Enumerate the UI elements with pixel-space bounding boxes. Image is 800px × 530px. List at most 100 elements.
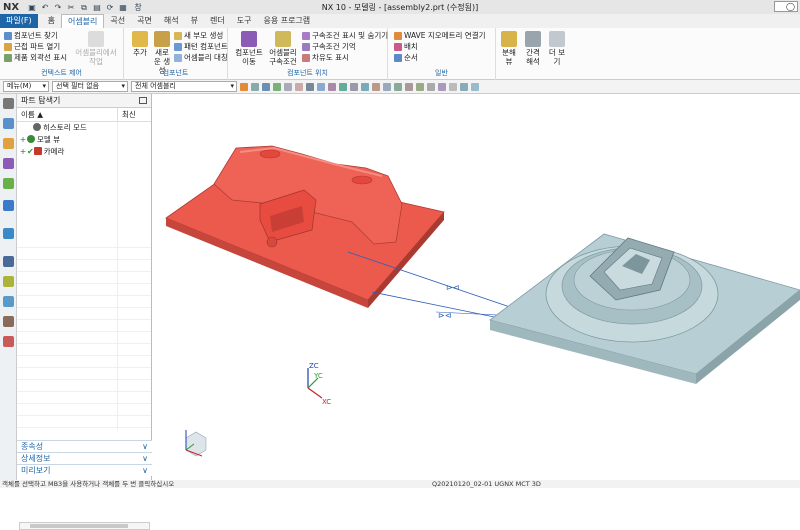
system-materials-icon[interactable] xyxy=(3,316,14,327)
window-menu[interactable]: 창 xyxy=(131,3,145,12)
mirror-assembly-button[interactable]: 어셈블리 대칭 xyxy=(174,52,228,63)
snap-point-on-face-icon[interactable] xyxy=(394,82,402,91)
add-component-button[interactable]: 추가 xyxy=(130,31,150,57)
snap-endpoint-icon[interactable] xyxy=(328,82,336,91)
ribbon: 컴포넌트 찾기 근접 파트 열기 제품 외곽선 표시 어셈블리에서 작업 컨텍스… xyxy=(0,28,800,80)
snap-existing-icon[interactable] xyxy=(416,82,424,91)
edit-section-icon[interactable] xyxy=(471,82,479,91)
view-fit-icon[interactable] xyxy=(438,82,446,91)
snap-center-icon[interactable] xyxy=(350,82,358,91)
tab-home[interactable]: 홈 xyxy=(42,14,61,28)
tab-analysis[interactable]: 해석 xyxy=(158,14,185,28)
accordion-preview[interactable]: 미리보기 ∨ xyxy=(17,464,152,476)
roles-icon[interactable] xyxy=(3,296,14,307)
remember-constraints-button[interactable]: 구속조건 기억 xyxy=(302,41,356,52)
snap-intersection-icon[interactable] xyxy=(372,82,380,91)
tree-row-history[interactable]: 히스토리 모드 xyxy=(17,122,151,134)
deselect-icon[interactable] xyxy=(251,82,259,91)
column-recent[interactable]: 최신 xyxy=(117,108,151,121)
arrangement-button[interactable]: 배치 xyxy=(394,41,418,52)
work-in-assembly-button[interactable]: 어셈블리에서 작업 xyxy=(72,31,120,66)
clearance-analysis-button[interactable]: 간격 해석 xyxy=(522,31,544,66)
column-name[interactable]: 이름 ▲ xyxy=(17,108,117,121)
web-browser-icon[interactable] xyxy=(3,228,14,239)
group-context-control: 컴포넌트 찾기 근접 파트 열기 제품 외곽선 표시 어셈블리에서 작업 컨텍스… xyxy=(0,28,124,80)
menu-button[interactable]: 메뉴(M) xyxy=(3,81,49,92)
wave-geometry-linker-button[interactable]: WAVE 지오메트리 연결기 xyxy=(394,30,486,41)
graphics-window[interactable]: ⊳⊲ ⊳⊲ ZC YC XC xyxy=(152,94,800,480)
process-studio-icon[interactable] xyxy=(3,276,14,287)
exploded-view-button[interactable]: 분해 뷰 xyxy=(498,31,520,66)
expand-toggle[interactable]: + xyxy=(19,134,27,146)
face-icon[interactable] xyxy=(273,82,281,91)
show-constraint-icon xyxy=(302,31,310,40)
snap-quadrant-icon[interactable] xyxy=(361,82,369,91)
show-hide-constraints-button[interactable]: 구속조건 표시 및 숨기기 xyxy=(302,30,388,41)
constraint-navigator-icon[interactable] xyxy=(3,138,14,149)
snap-control-icon[interactable] xyxy=(427,82,435,91)
view-orient-icon[interactable] xyxy=(449,82,457,91)
red-mold-part[interactable] xyxy=(165,145,445,308)
hd3d-tools-icon[interactable] xyxy=(3,200,14,211)
cut-icon[interactable]: ✂ xyxy=(66,3,76,12)
create-new-parent-button[interactable]: 새 부모 생성 xyxy=(174,30,223,41)
find-component-button[interactable]: 컴포넌트 찾기 xyxy=(4,30,58,41)
redo-icon[interactable]: ↷ xyxy=(53,3,63,12)
tab-file[interactable]: 파일(F) xyxy=(0,14,38,28)
render-style-icon[interactable] xyxy=(460,82,468,91)
svg-text:⊳⊲: ⊳⊲ xyxy=(446,283,459,292)
scope-select[interactable]: 전체 어셈블리 xyxy=(131,81,237,92)
snap-midpoint-icon[interactable] xyxy=(339,82,347,91)
snap-point-on-curve-icon[interactable] xyxy=(383,82,391,91)
pattern-component-button[interactable]: 패턴 컴포넌트 xyxy=(174,41,228,52)
undo-icon[interactable]: ↶ xyxy=(40,3,50,12)
tab-assembly[interactable]: 어셈블리 xyxy=(60,14,105,28)
open-nearby-parts-button[interactable]: 근접 파트 열기 xyxy=(4,41,60,52)
accordion-details[interactable]: 상세정보 ∨ xyxy=(17,452,152,464)
save-icon[interactable]: ▣ xyxy=(27,3,37,12)
visualization-icon[interactable] xyxy=(3,336,14,347)
part-navigator-icon[interactable] xyxy=(3,158,14,169)
window-switch-icon[interactable]: ▦ xyxy=(118,3,128,12)
nx-logo: NX xyxy=(3,1,20,13)
group-label: 일반 xyxy=(435,69,448,77)
show-dof-button[interactable]: 차유도 표시 xyxy=(302,52,349,63)
assembly-constraint-button[interactable]: 어셈블리 구속조건 xyxy=(266,31,300,66)
check-icon[interactable]: ✔ xyxy=(27,147,34,156)
tab-surface[interactable]: 곡면 xyxy=(131,14,158,28)
accordion-dependencies[interactable]: 종속성 ∨ xyxy=(17,440,152,452)
tab-render[interactable]: 렌더 xyxy=(204,14,231,28)
part-navigator: 파트 탐색기 이름 ▲ 최신 히스토리 모드 + 모델 뷰 +✔ 카메라 종속성 ∨ … xyxy=(17,94,152,530)
body-icon[interactable] xyxy=(284,82,292,91)
expand-toggle[interactable]: + xyxy=(19,146,27,158)
history-icon[interactable] xyxy=(3,256,14,267)
tab-applications[interactable]: 응용 프로그램 xyxy=(257,14,316,28)
sequence-button[interactable]: 순서 xyxy=(394,52,418,63)
add-icon xyxy=(132,31,148,47)
show-product-outline-button[interactable]: 제품 외곽선 표시 xyxy=(4,52,67,63)
reuse-library-icon[interactable] xyxy=(3,178,14,189)
curve-icon[interactable] xyxy=(306,82,314,91)
repeat-icon[interactable]: ⟳ xyxy=(105,3,115,12)
tree-row-model-views[interactable]: + 모델 뷰 xyxy=(17,134,151,146)
point-icon[interactable] xyxy=(317,82,325,91)
move-component-button[interactable]: 컴포넌트 이동 xyxy=(232,31,266,66)
select-filter-icon[interactable] xyxy=(240,82,248,91)
type-filter-select[interactable]: 선택 필터 없음 xyxy=(52,81,128,92)
maximize-icon[interactable] xyxy=(139,97,147,104)
assembly-navigator-icon[interactable] xyxy=(3,118,14,129)
paste-icon[interactable]: ▤ xyxy=(92,3,102,12)
search-box[interactable]: ◯ xyxy=(774,1,798,12)
more-button[interactable]: 더 보기 xyxy=(546,31,568,66)
tree-row-cameras[interactable]: +✔ 카메라 xyxy=(17,146,151,158)
horizontal-scrollbar[interactable] xyxy=(19,522,150,530)
edge-icon[interactable] xyxy=(295,82,303,91)
feature-icon[interactable] xyxy=(262,82,270,91)
gear-icon[interactable] xyxy=(3,98,14,109)
tab-tools[interactable]: 도구 xyxy=(231,14,258,28)
snap-bounded-icon[interactable] xyxy=(405,82,413,91)
copy-icon[interactable]: ⧉ xyxy=(79,3,89,12)
tab-view[interactable]: 뷰 xyxy=(185,14,204,28)
blue-mold-part[interactable] xyxy=(489,233,800,384)
tab-curve[interactable]: 곡선 xyxy=(104,14,131,28)
